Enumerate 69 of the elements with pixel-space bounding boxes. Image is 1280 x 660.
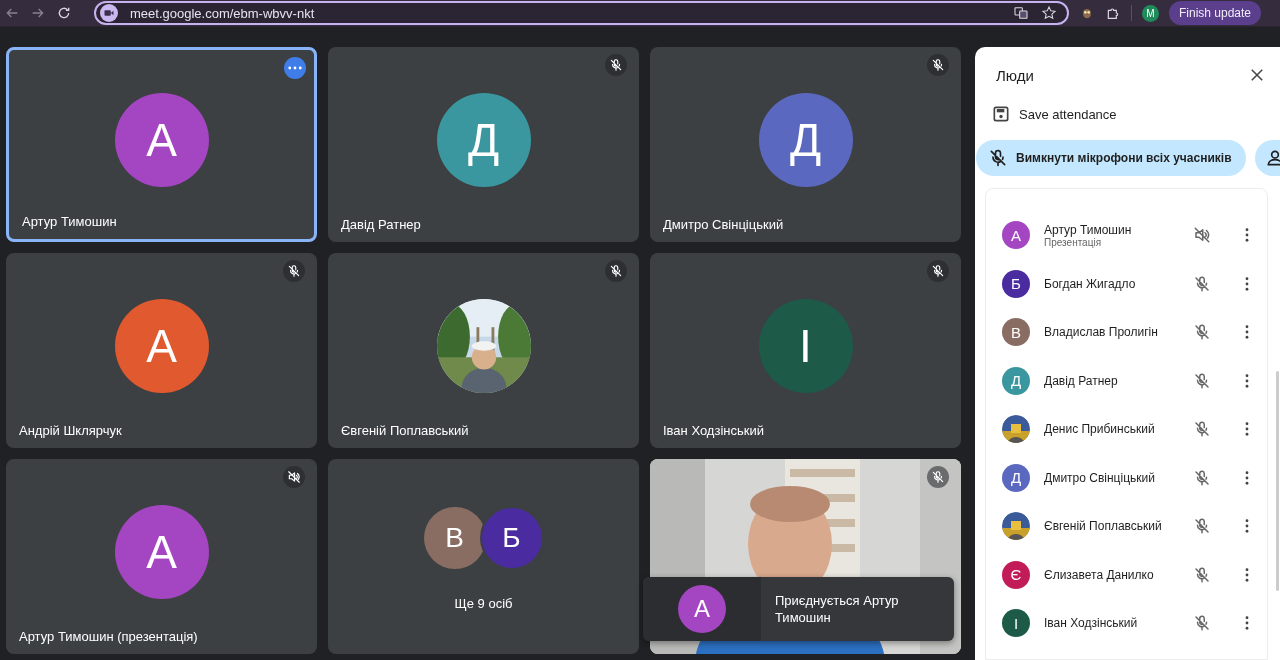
participant-tile[interactable]: А Артур Тимошин (презентація) <box>6 459 317 654</box>
avatar: А <box>114 504 209 599</box>
participant-name: Давід Ратнер <box>1044 373 1119 388</box>
save-attendance-button[interactable]: Save attendance <box>991 104 1117 124</box>
save-icon <box>991 104 1011 124</box>
more-options-icon[interactable] <box>1245 519 1249 534</box>
avatar: Д <box>436 92 531 187</box>
avatar: А <box>1002 221 1030 250</box>
participant-name: Дмитро Свінціцький <box>663 217 784 232</box>
participant-name: Давід Ратнер <box>341 217 421 232</box>
more-options-icon[interactable] <box>1245 616 1249 631</box>
add-people-button[interactable] <box>1254 140 1280 176</box>
participant-tile[interactable]: А Андрій Шклярчук <box>6 253 317 448</box>
participant-tile[interactable]: А Артур Тимошин <box>6 47 317 242</box>
participant-name: Артур Тимошин <box>1044 222 1133 237</box>
participant-tile[interactable]: Євгеній Поплавський <box>328 253 639 448</box>
avatar: Б <box>1002 269 1030 298</box>
more-options-icon[interactable] <box>1245 228 1249 243</box>
participant-name: Дмитро Свінціцький <box>1044 470 1156 485</box>
participant-tile[interactable]: В Б Ще 9 осіб <box>328 459 639 654</box>
participant-role: Презентація <box>1044 236 1103 248</box>
avatar: Є <box>1002 560 1030 589</box>
camera-icon <box>100 4 118 22</box>
participant-name: Андрій Шклярчук <box>19 423 122 438</box>
more-options-icon[interactable] <box>1245 470 1249 485</box>
more-participants-label: Ще 9 осіб <box>454 595 513 611</box>
participant-name: Іван Ходзінський <box>1044 616 1139 631</box>
puzzle-icon[interactable] <box>1105 5 1121 21</box>
participant-name: Артур Тимошин (презентація) <box>19 629 198 644</box>
translate-icon[interactable] <box>1013 5 1029 21</box>
panel-title: Люди <box>996 66 1034 84</box>
more-options-icon[interactable] <box>1245 325 1249 340</box>
participant-tile[interactable]: І Іван Ходзінський <box>650 253 961 448</box>
avatar: А <box>678 585 726 633</box>
participant-name: Єлизавета Данилко <box>1044 567 1155 582</box>
profile-avatar[interactable]: M <box>1142 4 1159 22</box>
close-icon[interactable] <box>1248 66 1266 84</box>
more-options-button[interactable] <box>284 57 306 79</box>
notification-text: Приєднується Артур Тимошин <box>774 592 900 626</box>
dots-icon <box>288 66 302 70</box>
participant-name: Іван Ходзінський <box>663 423 764 438</box>
avatar: Д <box>1002 366 1030 395</box>
more-options-icon[interactable] <box>1245 422 1249 437</box>
participant-name: Євгеній Поплавський <box>1044 519 1163 534</box>
participant-name: Євгеній Поплавський <box>341 423 469 438</box>
reload-icon[interactable] <box>56 5 72 21</box>
avatar: Д <box>1002 463 1030 492</box>
participant-name: Богдан Жигадло <box>1044 276 1137 291</box>
avatar: Б <box>479 505 544 570</box>
mic-off-icon <box>988 148 1008 168</box>
participant-name: Денис Прибинський <box>1044 422 1156 437</box>
avatar: В <box>1002 318 1030 347</box>
address-bar[interactable]: meet.google.com/ebm-wbvv-nkt <box>94 1 1069 25</box>
participant-tile[interactable]: Д Давід Ратнер <box>328 47 639 242</box>
participant-tile[interactable]: Д Дмитро Свінціцький <box>650 47 961 242</box>
avatar: І <box>758 298 853 393</box>
avatar: А <box>114 92 209 187</box>
more-options-icon[interactable] <box>1245 276 1249 291</box>
avatar: Д <box>758 92 853 187</box>
mute-all-button[interactable]: Вимкнути мікрофони всіх учасників <box>976 140 1246 176</box>
participant-name: Владислав Пролигін <box>1044 325 1159 340</box>
avatar: І <box>1002 609 1030 638</box>
participant-name: Артур Тимошин <box>22 214 117 229</box>
star-icon[interactable] <box>1041 5 1057 21</box>
finish-update-button[interactable]: Finish update <box>1169 1 1262 25</box>
more-options-icon[interactable] <box>1245 567 1249 582</box>
avatar: А <box>114 298 209 393</box>
url-text: meet.google.com/ebm-wbvv-nkt <box>130 5 315 21</box>
more-options-icon[interactable] <box>1245 373 1249 388</box>
